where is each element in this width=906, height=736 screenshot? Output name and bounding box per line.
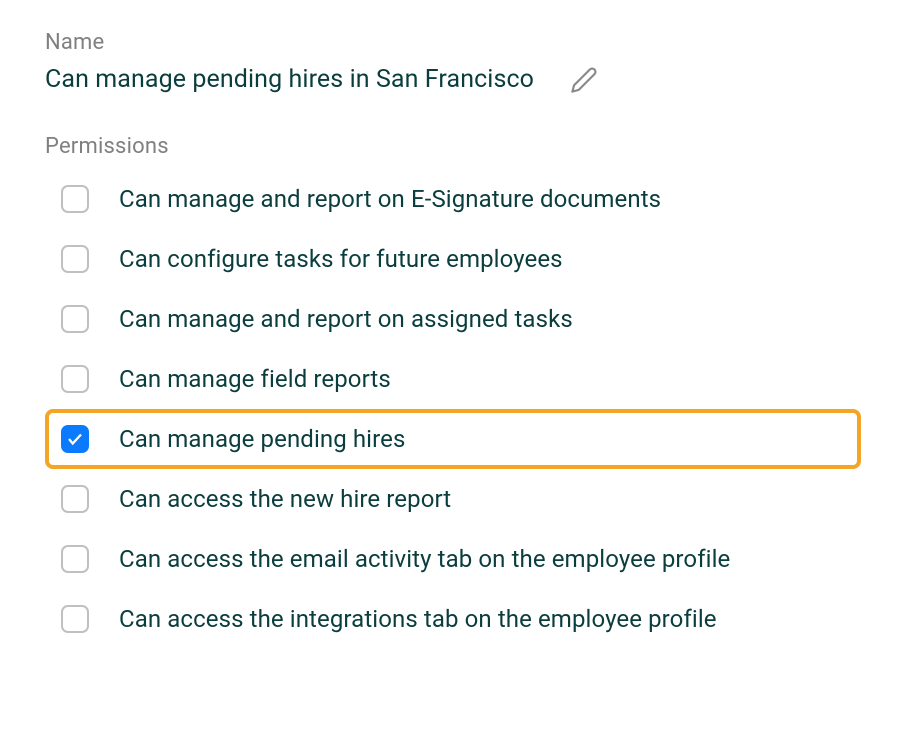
permissions-label: Permissions — [45, 134, 861, 159]
name-row: Can manage pending hires in San Francisc… — [45, 65, 861, 94]
name-section: Name Can manage pending hires in San Fra… — [45, 30, 861, 94]
permission-label[interactable]: Can configure tasks for future employees — [119, 245, 563, 273]
permission-row: Can manage pending hires — [45, 409, 861, 469]
permission-row: Can access the email activity tab on the… — [45, 529, 861, 589]
permission-row: Can manage and report on E-Signature doc… — [45, 169, 861, 229]
permission-label[interactable]: Can manage pending hires — [119, 425, 405, 453]
permission-row: Can manage field reports — [45, 349, 861, 409]
permission-checkbox[interactable] — [61, 545, 89, 573]
name-label: Name — [45, 30, 861, 55]
permission-label[interactable]: Can access the new hire report — [119, 485, 451, 513]
permission-label[interactable]: Can manage and report on E-Signature doc… — [119, 185, 661, 213]
permissions-list: Can manage and report on E-Signature doc… — [45, 169, 861, 649]
permission-row: Can manage and report on assigned tasks — [45, 289, 861, 349]
permission-label[interactable]: Can manage field reports — [119, 365, 391, 393]
permission-label[interactable]: Can access the email activity tab on the… — [119, 545, 730, 573]
permission-checkbox[interactable] — [61, 485, 89, 513]
name-value: Can manage pending hires in San Francisc… — [45, 65, 534, 94]
permissions-section: Permissions Can manage and report on E-S… — [45, 134, 861, 649]
permission-label[interactable]: Can manage and report on assigned tasks — [119, 305, 573, 333]
permission-row: Can access the integrations tab on the e… — [45, 589, 861, 649]
permission-checkbox[interactable] — [61, 305, 89, 333]
permission-row: Can configure tasks for future employees — [45, 229, 861, 289]
permission-checkbox[interactable] — [61, 245, 89, 273]
permission-row: Can access the new hire report — [45, 469, 861, 529]
permission-checkbox[interactable] — [61, 605, 89, 633]
permission-label[interactable]: Can access the integrations tab on the e… — [119, 605, 717, 633]
permission-checkbox[interactable] — [61, 365, 89, 393]
edit-pencil-icon[interactable] — [570, 66, 598, 94]
permission-checkbox[interactable] — [61, 425, 89, 453]
permission-checkbox[interactable] — [61, 185, 89, 213]
